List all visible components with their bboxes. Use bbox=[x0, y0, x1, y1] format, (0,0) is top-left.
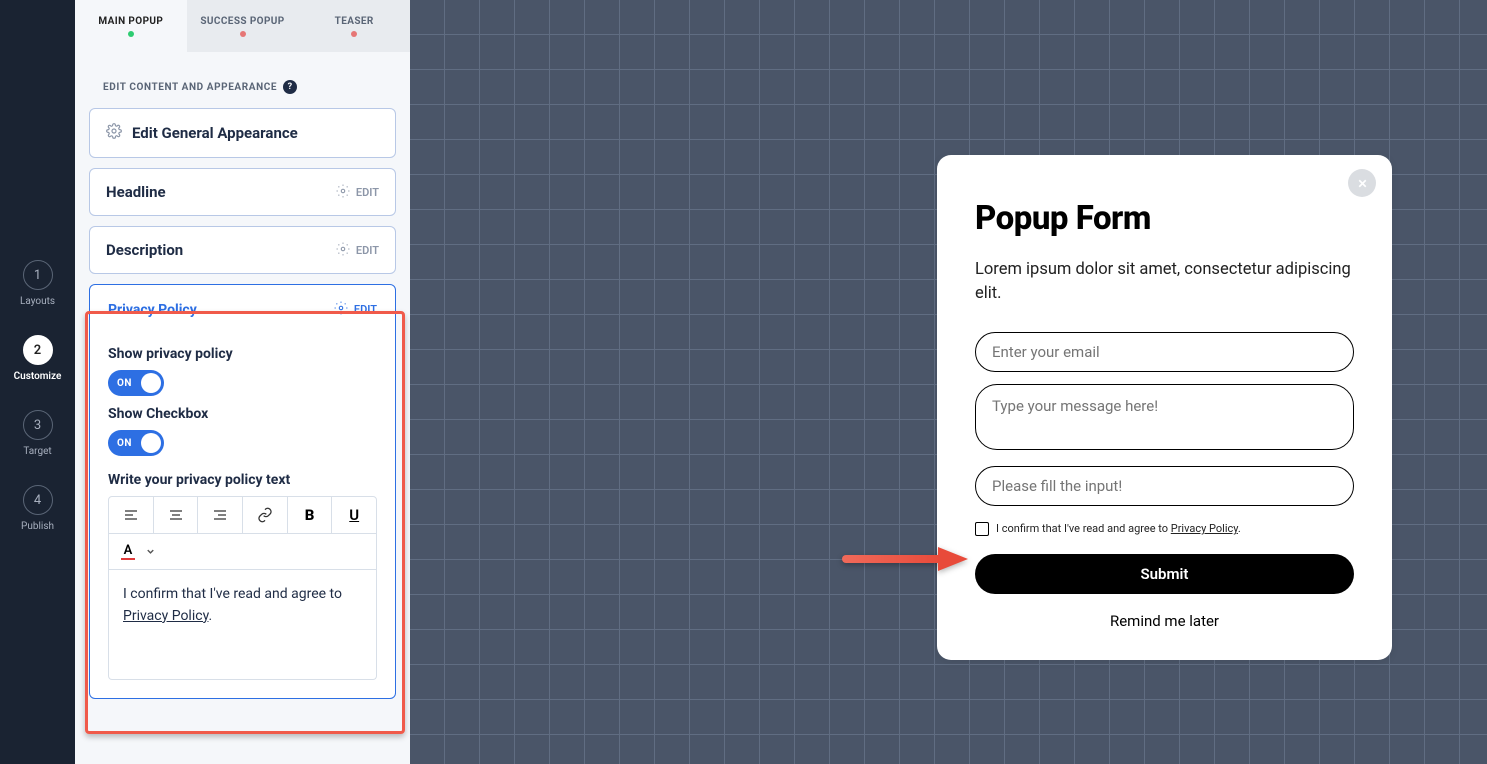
tab-label: TEASER bbox=[335, 16, 374, 27]
help-icon[interactable]: ? bbox=[283, 80, 297, 94]
tab-label: SUCCESS POPUP bbox=[200, 16, 284, 27]
step-layouts[interactable]: 1 Layouts bbox=[20, 260, 55, 307]
text-color-button[interactable]: A bbox=[121, 543, 135, 560]
edit-text: EDIT bbox=[354, 303, 377, 316]
step-publish[interactable]: 4 Publish bbox=[21, 485, 54, 532]
close-icon bbox=[1356, 177, 1369, 190]
step-label: Layouts bbox=[20, 296, 55, 307]
rte-link[interactable]: Privacy Policy bbox=[123, 608, 208, 624]
description-card[interactable]: Description EDIT bbox=[89, 226, 396, 274]
align-left-button[interactable] bbox=[109, 497, 154, 533]
status-dot-icon bbox=[128, 31, 134, 37]
toggle-knob bbox=[141, 433, 161, 453]
align-center-button[interactable] bbox=[154, 497, 199, 533]
link-button[interactable] bbox=[243, 497, 288, 533]
show-privacy-policy-toggle[interactable]: ON bbox=[108, 370, 164, 396]
bold-button[interactable]: B bbox=[288, 497, 333, 533]
edit-link[interactable]: EDIT bbox=[336, 242, 379, 259]
underline-button[interactable]: U bbox=[332, 497, 376, 533]
tab-label: MAIN POPUP bbox=[98, 16, 163, 27]
sidebar-scroll[interactable]: EDIT CONTENT AND APPEARANCE ? Edit Gener… bbox=[75, 52, 410, 764]
gear-icon bbox=[106, 123, 122, 143]
consent-row: I confirm that I've read and agree to Pr… bbox=[975, 522, 1354, 536]
preview-canvas[interactable]: Popup Form Lorem ipsum dolor sit amet, c… bbox=[410, 0, 1487, 764]
tab-success-popup[interactable]: SUCCESS POPUP bbox=[187, 0, 299, 52]
step-label: Publish bbox=[21, 521, 54, 532]
step-target[interactable]: 3 Target bbox=[23, 410, 53, 457]
card-title: Headline bbox=[106, 183, 166, 201]
step-label: Customize bbox=[14, 371, 62, 382]
step-customize[interactable]: 2 Customize bbox=[14, 335, 62, 382]
rte-editor[interactable]: I confirm that I've read and agree to Pr… bbox=[108, 570, 377, 680]
annotation-arrow bbox=[842, 545, 968, 573]
third-input[interactable] bbox=[975, 466, 1354, 506]
gear-icon bbox=[336, 184, 350, 201]
consent-text: I confirm that I've read and agree to Pr… bbox=[996, 522, 1241, 535]
general-appearance-card[interactable]: Edit General Appearance bbox=[89, 108, 396, 158]
remind-later-link[interactable]: Remind me later bbox=[975, 612, 1354, 630]
tab-main-popup[interactable]: MAIN POPUP bbox=[75, 0, 187, 52]
step-number: 1 bbox=[23, 260, 53, 290]
step-rail: 1 Layouts 2 Customize 3 Target 4 Publish bbox=[0, 0, 75, 764]
step-number: 3 bbox=[23, 410, 53, 440]
show-privacy-policy-label: Show privacy policy bbox=[108, 346, 377, 362]
gear-icon bbox=[334, 301, 348, 318]
chevron-down-icon[interactable] bbox=[145, 542, 156, 561]
edit-link[interactable]: EDIT bbox=[336, 184, 379, 201]
show-checkbox-toggle[interactable]: ON bbox=[108, 430, 164, 456]
card-title: Privacy Policy bbox=[108, 302, 197, 318]
status-dot-icon bbox=[240, 31, 246, 37]
message-input[interactable] bbox=[975, 384, 1354, 450]
card-title: Description bbox=[106, 241, 183, 259]
card-title: Edit General Appearance bbox=[132, 124, 298, 142]
sidebar: MAIN POPUP SUCCESS POPUP TEASER EDIT CON… bbox=[75, 0, 410, 764]
status-dot-icon bbox=[351, 31, 357, 37]
align-right-button[interactable] bbox=[198, 497, 243, 533]
section-label-text: EDIT CONTENT AND APPEARANCE bbox=[103, 82, 277, 93]
headline-card[interactable]: Headline EDIT bbox=[89, 168, 396, 216]
edit-text: EDIT bbox=[356, 244, 379, 257]
step-label: Target bbox=[23, 446, 51, 457]
popup-desc: Lorem ipsum dolor sit amet, consectetur … bbox=[975, 258, 1354, 306]
rte-text: . bbox=[208, 608, 212, 624]
rte-toolbar: B U A bbox=[108, 496, 377, 570]
edit-text: EDIT bbox=[356, 186, 379, 199]
popup-close-button[interactable] bbox=[1348, 169, 1376, 197]
consent-before: I confirm that I've read and agree to bbox=[996, 522, 1171, 535]
tab-teaser[interactable]: TEASER bbox=[298, 0, 410, 52]
show-checkbox-label: Show Checkbox bbox=[108, 406, 377, 422]
email-input[interactable] bbox=[975, 332, 1354, 372]
toggle-state: ON bbox=[117, 378, 132, 389]
rte-label: Write your privacy policy text bbox=[108, 472, 377, 488]
sidebar-tabs: MAIN POPUP SUCCESS POPUP TEASER bbox=[75, 0, 410, 52]
step-number: 4 bbox=[23, 485, 53, 515]
toggle-knob bbox=[141, 373, 161, 393]
consent-after: . bbox=[1238, 522, 1241, 535]
consent-link[interactable]: Privacy Policy bbox=[1171, 522, 1238, 535]
step-number: 2 bbox=[23, 335, 53, 365]
popup-title: Popup Form bbox=[975, 199, 1354, 238]
submit-button[interactable]: Submit bbox=[975, 554, 1354, 594]
popup-preview: Popup Form Lorem ipsum dolor sit amet, c… bbox=[937, 155, 1392, 660]
gear-icon bbox=[336, 242, 350, 259]
consent-checkbox[interactable] bbox=[975, 522, 989, 536]
rte-text: I confirm that I've read and agree to bbox=[123, 586, 342, 602]
section-label: EDIT CONTENT AND APPEARANCE ? bbox=[89, 80, 396, 94]
toggle-state: ON bbox=[117, 438, 132, 449]
edit-link[interactable]: EDIT bbox=[334, 301, 377, 318]
privacy-policy-card: Privacy Policy EDIT Show privacy policy … bbox=[89, 284, 396, 699]
